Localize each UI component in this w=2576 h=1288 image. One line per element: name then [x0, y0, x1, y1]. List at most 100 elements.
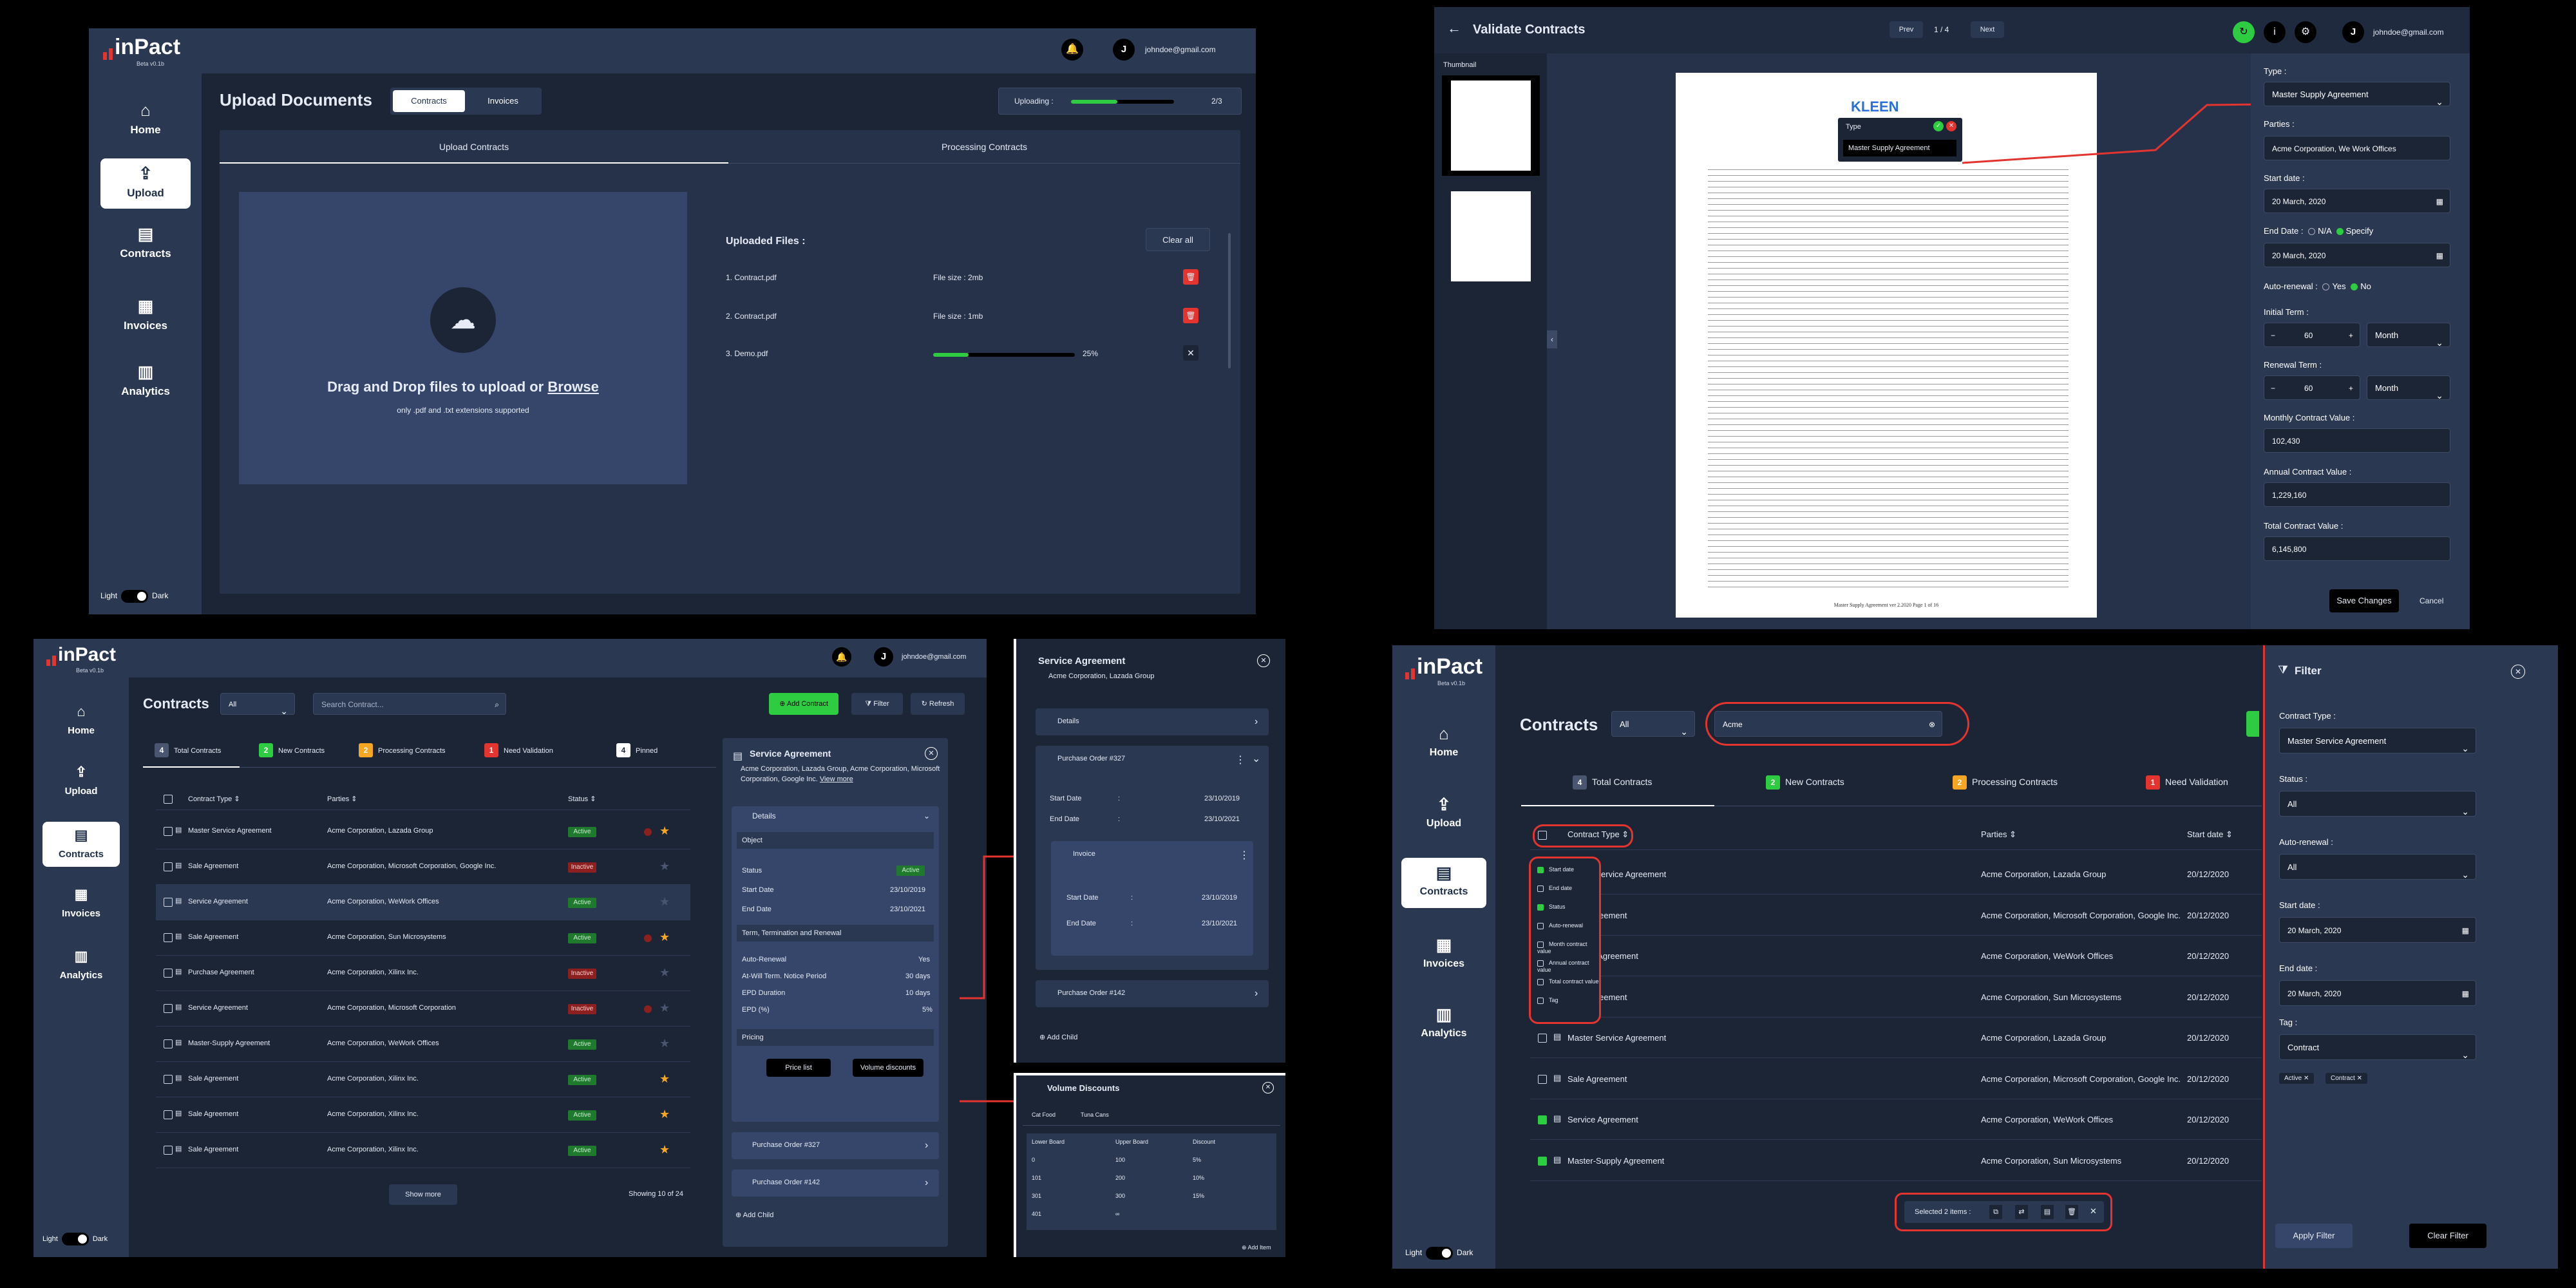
avatar[interactable]: J	[874, 647, 893, 667]
star-icon[interactable]: ★	[659, 895, 670, 909]
pin-icon[interactable]	[644, 1005, 652, 1013]
row-checkbox[interactable]	[164, 827, 173, 836]
table-row[interactable]: ▤ Sale Agreement Acme Corporation, Xilinx …	[156, 1133, 690, 1168]
stat-tab[interactable]: 2 Processing Contracts	[359, 743, 446, 757]
nav-upload[interactable]: ⇪ Upload	[100, 158, 191, 209]
parties-input[interactable]: Acme Corporation, We Work Offices	[2264, 136, 2450, 160]
row-checkbox[interactable]	[1538, 1074, 1547, 1084]
add-contract-button[interactable]	[2246, 711, 2259, 737]
column-toggle-checkbox[interactable]	[1537, 885, 1544, 892]
star-icon[interactable]: ★	[659, 1143, 670, 1157]
table-row[interactable]: ▤ Service Agreement Acme Corporation, WeWo…	[1530, 1099, 2262, 1140]
nav-home[interactable]: ⌂ Home	[1401, 725, 1486, 770]
purchase-order-card[interactable]: Purchase Order #142 ›	[1036, 980, 1269, 1007]
column-header-parties[interactable]: Parties ⇕	[327, 795, 357, 803]
calendar-icon[interactable]: ▦	[2436, 243, 2443, 268]
stat-tab[interactable]: 4 Total Contracts	[155, 743, 221, 757]
avatar[interactable]: J	[1113, 39, 1135, 61]
column-menu-item[interactable]: Tag	[1537, 997, 1558, 1004]
column-menu-item[interactable]: Auto-renewal	[1537, 922, 1583, 929]
column-header-status[interactable]: Status ⇕	[568, 795, 596, 803]
star-icon[interactable]: ★	[659, 1001, 670, 1015]
column-menu-item[interactable]: Status	[1537, 904, 1566, 911]
add-child-button[interactable]: ⊕ Add Child	[1039, 1033, 1077, 1041]
reject-icon[interactable]: ✕	[1946, 121, 1956, 131]
table-row[interactable]: ▤Sale AgreementAcme Corporation, Sun Mic…	[1530, 977, 2262, 1018]
column-header-type[interactable]: Contract Type ⇕	[188, 795, 240, 803]
share-icon[interactable]: ⇄	[2015, 1205, 2028, 1219]
table-row[interactable]: ▤ Purchase Agreement Acme Corporation, Xil…	[156, 956, 690, 991]
nav-invoices[interactable]: ▦ Invoices	[100, 298, 191, 343]
nav-contracts[interactable]: ▤ Contracts	[1401, 858, 1486, 908]
tab-cat-food[interactable]: Cat Food	[1032, 1112, 1056, 1118]
column-header-parties[interactable]: Parties ⇕	[1981, 829, 2016, 840]
auto-yes-radio[interactable]	[2322, 283, 2330, 291]
row-checkbox[interactable]	[164, 1146, 173, 1155]
column-menu-item[interactable]: Annual contract value	[1537, 960, 1599, 973]
column-toggle-checkbox[interactable]	[1537, 997, 1544, 1004]
calendar-icon[interactable]: ▦	[2436, 189, 2443, 214]
row-checkbox[interactable]	[164, 1075, 173, 1084]
filter-all-select[interactable]: All	[1611, 711, 1695, 744]
filter-all-select[interactable]: All	[220, 693, 295, 722]
thumbnail-page-2[interactable]	[1442, 189, 1540, 285]
add-contract-button[interactable]: ⊕ Add Contract	[769, 693, 838, 715]
stat-tab[interactable]: 4 Pinned	[616, 743, 658, 757]
thumbnail-page-1[interactable]	[1442, 75, 1540, 176]
toggle-invoices[interactable]: Invoices	[468, 90, 538, 112]
nav-upload[interactable]: ⇪ Upload	[1401, 796, 1486, 841]
column-toggle-checkbox[interactable]	[1537, 960, 1544, 967]
row-checkbox[interactable]	[164, 1110, 173, 1119]
details-card[interactable]: Details ›	[1036, 708, 1269, 735]
table-row[interactable]: ▤ Sale Agreement Acme Corporation, Microso…	[1530, 1059, 2262, 1099]
delete-icon[interactable]: 🗑	[1183, 269, 1198, 285]
start-date-input[interactable]: 20 March, 2020 ▦	[2264, 189, 2450, 213]
copy-icon[interactable]: ⧉	[1989, 1205, 2002, 1219]
add-item-button[interactable]: ⊕ Add Item	[1242, 1244, 1271, 1251]
chevron-down-icon[interactable]: ⌄	[923, 811, 930, 820]
total-value-input[interactable]: 6,145,800	[2264, 536, 2450, 561]
collapse-thumbnails-button[interactable]: ‹	[1547, 330, 1557, 348]
table-row[interactable]: ▤ Sale Agreement Acme Corporation, Microso…	[156, 849, 690, 885]
tab-upload-contracts[interactable]: Upload Contracts	[220, 130, 728, 164]
confirm-icon[interactable]: ✓	[1933, 121, 1944, 131]
select-all-checkbox[interactable]	[164, 795, 173, 804]
contract-type-select[interactable]: Master Service Agreement	[2279, 728, 2476, 761]
calendar-icon[interactable]: ▦	[2462, 981, 2469, 1007]
pin-icon[interactable]	[644, 934, 652, 942]
view-more-link[interactable]: View more	[820, 775, 853, 783]
purchase-order-card[interactable]: Purchase Order #327 ›	[732, 1132, 939, 1159]
purchase-order-card[interactable]: Purchase Order #142 ›	[732, 1170, 939, 1197]
renewal-term-unit-select[interactable]: Month	[2367, 375, 2450, 408]
chevron-down-icon[interactable]: ⌄	[1252, 752, 1260, 765]
column-menu-item[interactable]: Start date	[1537, 866, 1574, 873]
clear-search-icon[interactable]: ⊗	[1929, 712, 1935, 737]
close-icon[interactable]: ✕	[1262, 1082, 1274, 1094]
price-list-button[interactable]: Price list	[766, 1059, 831, 1077]
volume-discounts-button[interactable]: Volume discounts	[853, 1059, 923, 1077]
row-checkbox[interactable]	[164, 1039, 173, 1048]
back-arrow-icon[interactable]: ←	[1447, 20, 1461, 37]
close-icon[interactable]: ✕	[1257, 654, 1270, 667]
table-row[interactable]: ▤Sale AgreementAcme Corporation, Sun Mic…	[156, 920, 690, 956]
kebab-icon[interactable]: ⋮	[1239, 849, 1249, 862]
row-checkbox[interactable]	[164, 969, 173, 978]
drop-zone[interactable]: ☁ Drag and Drop files to upload or Brows…	[239, 192, 687, 484]
filter-button[interactable]: ⧩ Filter	[851, 693, 903, 715]
row-checkbox[interactable]	[1538, 1115, 1547, 1124]
table-row[interactable]: ▤ Service Agreement Acme Corporation, WeWo…	[156, 885, 690, 920]
tab-processing-contracts[interactable]: Processing Contracts	[728, 130, 1240, 164]
end-date-input[interactable]: 20 March, 2020 ▦	[2279, 980, 2476, 1006]
nav-home[interactable]: ⌂ Home	[100, 93, 191, 151]
column-toggle-checkbox[interactable]	[1537, 904, 1544, 911]
save-changes-button[interactable]: Save Changes	[2329, 589, 2399, 612]
column-toggle-checkbox[interactable]	[1537, 922, 1544, 929]
delete-icon[interactable]: 🗑	[1183, 308, 1198, 323]
table-row[interactable]: ▤ Sale Agreement Acme Corporation, Xilinx …	[156, 1062, 690, 1097]
stat-tab[interactable]: 2 New Contracts	[1766, 775, 1844, 790]
browse-link[interactable]: Browse	[547, 379, 598, 395]
column-menu-item[interactable]: End date	[1537, 885, 1572, 892]
end-date-input[interactable]: 20 March, 2020 ▦	[2264, 243, 2450, 267]
stat-tab[interactable]: 2 Processing Contracts	[1953, 775, 2058, 790]
next-button[interactable]: Next	[1971, 21, 2004, 38]
